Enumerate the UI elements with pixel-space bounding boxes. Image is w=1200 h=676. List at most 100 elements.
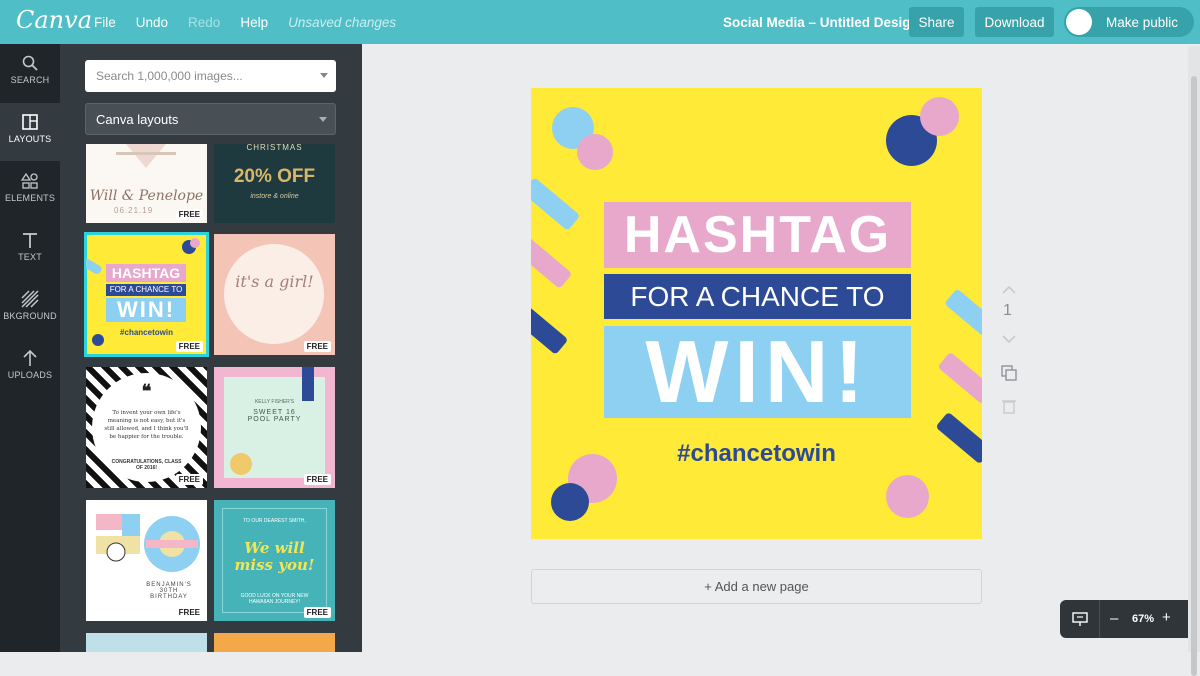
layout-source-select[interactable]: Canva layouts <box>85 103 336 135</box>
document-title[interactable]: Social Media – Untitled Design <box>723 15 919 30</box>
decor-pill[interactable] <box>531 177 581 231</box>
menu-file[interactable]: File <box>94 15 116 30</box>
chevron-down-icon[interactable] <box>320 73 328 78</box>
decor-pill[interactable] <box>937 351 982 405</box>
decor-dot[interactable] <box>551 483 589 521</box>
main-menu: File Undo Redo Help Unsaved changes <box>94 0 416 44</box>
elements-icon <box>21 172 38 189</box>
layout-thumb-quote[interactable]: ❝ To invent your own life's meaning is n… <box>86 367 207 488</box>
scrollbar-thumb[interactable] <box>1191 76 1197 676</box>
decor-dot[interactable] <box>577 134 613 170</box>
thirty-illustration <box>96 514 200 572</box>
rail-label: TEXT <box>18 252 42 262</box>
page-number: 1 <box>1003 302 1012 319</box>
menu-help[interactable]: Help <box>240 15 268 30</box>
search-icon <box>22 55 38 71</box>
rail-label: UPLOADS <box>7 370 53 380</box>
make-public-toggle[interactable]: Make public <box>1064 7 1194 37</box>
layout-thumb-pool-party[interactable]: KELLY FISHER'S SWEET 16 POOL PARTY FREE <box>214 367 335 488</box>
headline-win[interactable]: WIN! <box>604 322 911 421</box>
delete-page-icon[interactable] <box>1000 397 1018 415</box>
layouts-icon <box>22 114 38 130</box>
thumb-line3: WIN! <box>106 298 186 322</box>
quote-icon: ❝ <box>141 381 152 401</box>
duplicate-page-icon[interactable] <box>1000 364 1018 382</box>
decor-dot[interactable] <box>886 475 929 518</box>
search-input[interactable] <box>85 60 295 92</box>
canva-logo[interactable]: Canva <box>16 6 92 34</box>
present-button[interactable] <box>1060 600 1100 638</box>
thumb-date: 06.21.19 <box>114 206 154 215</box>
left-rail: SEARCH LAYOUTS ELEMENTS TEXT BKGROUND UP… <box>0 44 60 652</box>
chevron-down-icon <box>319 117 327 122</box>
layout-thumb-partial[interactable] <box>214 633 335 652</box>
rail-label: ELEMENTS <box>4 193 56 203</box>
zoom-out-button[interactable]: – <box>1110 610 1118 627</box>
free-badge: FREE <box>175 209 203 220</box>
toggle-knob <box>1066 9 1092 35</box>
rail-elements[interactable]: ELEMENTS <box>0 162 60 220</box>
thumb-title: SWEET 16 POOL PARTY <box>247 409 302 423</box>
decor-ring <box>230 453 252 475</box>
zoom-in-button[interactable]: + <box>1162 609 1171 626</box>
decor-dot <box>190 238 200 248</box>
thumb-line1: HASHTAG <box>106 264 186 282</box>
text-icon <box>23 233 37 248</box>
design-canvas[interactable]: HASHTAG FOR A CHANCE TO WIN! #chancetowi… <box>531 88 982 539</box>
free-badge: FREE <box>175 607 203 618</box>
menu-undo[interactable]: Undo <box>136 15 168 30</box>
top-bar: Canva File Undo Redo Help Unsaved change… <box>0 0 1200 44</box>
decor-dot[interactable] <box>920 97 959 136</box>
decor-dot <box>92 334 104 346</box>
decor-bar <box>302 367 314 401</box>
menu-redo[interactable]: Redo <box>188 15 220 30</box>
layout-thumb-wedding[interactable]: Will & Penelope 06.21.19 FREE <box>86 144 207 223</box>
thumb-title: it's a girl! <box>235 272 314 291</box>
layout-thumb-partial[interactable] <box>86 633 207 652</box>
decor-circle <box>224 244 324 344</box>
free-badge: FREE <box>303 607 331 618</box>
rail-label: SEARCH <box>10 75 50 85</box>
rail-search[interactable]: SEARCH <box>0 44 60 102</box>
thumb-title: We will miss you! <box>234 539 315 574</box>
rail-layouts[interactable]: LAYOUTS <box>0 103 60 161</box>
present-icon <box>1071 612 1088 626</box>
vertical-scrollbar[interactable] <box>1188 46 1200 676</box>
layout-thumb-girl[interactable]: it's a girl! FREE <box>214 234 335 355</box>
make-public-label: Make public <box>1106 14 1179 30</box>
layout-thumb-hashtag[interactable]: HASHTAG FOR A CHANCE TO WIN! #chancetowi… <box>84 232 209 357</box>
headline-chance[interactable]: FOR A CHANCE TO <box>604 274 911 319</box>
headline-hashtag[interactable]: HASHTAG <box>604 202 911 268</box>
rail-label: BKGROUND <box>3 311 57 321</box>
thumb-sub: GOOD LUCK ON YOUR NEW HAWAIIAN JOURNEY! <box>240 593 309 605</box>
decor-pill[interactable] <box>944 288 982 340</box>
zoom-level[interactable]: 67% <box>1132 613 1154 625</box>
thumb-title: Will & Penelope <box>89 188 204 204</box>
download-button[interactable]: Download <box>975 7 1054 37</box>
layout-thumb-birthday[interactable]: BENJAMIN'S 30TH BIRTHDAY FREE <box>86 500 207 621</box>
move-page-up-icon[interactable] <box>1000 281 1018 299</box>
free-badge: FREE <box>175 474 203 485</box>
thumb-quote: To invent your own life's meaning is not… <box>104 410 189 440</box>
rail-background[interactable]: BKGROUND <box>0 280 60 338</box>
free-badge: FREE <box>175 341 203 352</box>
layout-thumb-farewell[interactable]: TO OUR DEAREST SMITH, We will miss you! … <box>214 500 335 621</box>
thumb-name: BENJAMIN'S 30TH BIRTHDAY <box>146 582 192 600</box>
add-page-button[interactable]: + Add a new page <box>531 569 982 604</box>
save-status: Unsaved changes <box>288 14 397 30</box>
rail-text[interactable]: TEXT <box>0 221 60 279</box>
decor-pill[interactable] <box>531 301 569 355</box>
rail-uploads[interactable]: UPLOADS <box>0 339 60 397</box>
decor-pill[interactable] <box>531 235 573 289</box>
select-value: Canva layouts <box>96 112 179 127</box>
thumb-top: KELLY FISHER'S <box>254 399 295 405</box>
background-icon <box>21 290 39 308</box>
zoom-bar: – 67% + <box>1060 600 1196 638</box>
layout-thumb-christmas[interactable]: CHRISTMAS 20% OFF instore & online <box>214 144 335 223</box>
layouts-panel: Canva layouts Will & Penelope 06.21.19 F… <box>60 44 362 652</box>
move-page-down-icon[interactable] <box>1000 330 1018 348</box>
decor-pill <box>86 257 103 276</box>
free-badge: FREE <box>303 341 331 352</box>
share-button[interactable]: Share <box>909 7 964 37</box>
thumb-line2: FOR A CHANCE TO <box>106 284 186 296</box>
